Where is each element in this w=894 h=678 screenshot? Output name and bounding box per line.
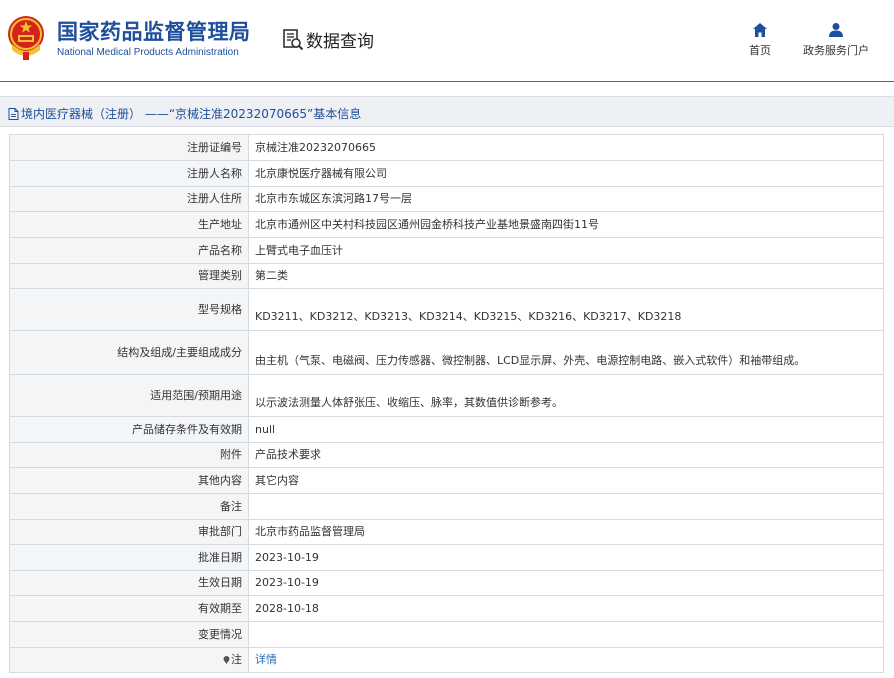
table-row: 附件 产品技术要求: [9, 442, 884, 468]
field-label: 审批部门: [9, 519, 249, 545]
field-label: 备注: [9, 493, 249, 520]
field-label: 产品储存条件及有效期: [9, 416, 249, 443]
field-label: 结构及组成/主要组成成分: [9, 330, 249, 375]
field-label: 批准日期: [9, 544, 249, 571]
field-value: 以示波法测量人体舒张压、收缩压、脉率，其数值供诊断参考。: [248, 374, 884, 417]
table-row: 审批部门 北京市药品监督管理局: [9, 519, 884, 545]
field-label: 注册人名称: [9, 160, 249, 187]
field-label: 其他内容: [9, 467, 249, 494]
field-label-note: 注: [9, 647, 249, 673]
field-value: [248, 493, 884, 520]
breadcrumb-bar: 境内医疗器械（注册） ——“京械注准20232070665”基本信息: [0, 96, 894, 127]
table-row: 变更情况: [9, 621, 884, 648]
table-row: 有效期至 2028-10-18: [9, 595, 884, 622]
field-label: 附件: [9, 442, 249, 468]
nav-service-portal-label: 政务服务门户: [803, 44, 869, 57]
nav-home[interactable]: 首页: [744, 22, 776, 58]
table-row: 注册人名称 北京康悦医疗器械有限公司: [9, 160, 884, 187]
breadcrumb: 境内医疗器械（注册） ——“京械注准20232070665”基本信息: [8, 105, 361, 122]
national-emblem-icon: [8, 16, 44, 60]
field-value: 北京市药品监督管理局: [248, 519, 884, 545]
field-label: 生产地址: [9, 211, 249, 238]
pin-icon: [223, 656, 230, 664]
table-row: 注册人住所 北京市东城区东滨河路17号一层: [9, 186, 884, 212]
field-value: 第二类: [248, 263, 884, 289]
field-value: KD3211、KD3212、KD3213、KD3214、KD3215、KD321…: [248, 288, 884, 331]
field-label: 产品名称: [9, 237, 249, 264]
field-label: 适用范围/预期用途: [9, 374, 249, 417]
field-label: 生效日期: [9, 570, 249, 596]
nav-service-portal[interactable]: 政务服务门户: [800, 22, 872, 58]
org-name-en: National Medical Products Administration: [57, 47, 239, 58]
field-label: 变更情况: [9, 621, 249, 648]
table-row: 注册证编号 京械注准20232070665: [9, 134, 884, 161]
field-value: 京械注准20232070665: [248, 134, 884, 161]
data-query-icon: [283, 29, 304, 51]
table-row: 其他内容 其它内容: [9, 467, 884, 494]
table-row: 产品储存条件及有效期 null: [9, 416, 884, 443]
table-row: 备注: [9, 493, 884, 520]
field-value: 上臂式电子血压计: [248, 237, 884, 264]
field-value: 2023-10-19: [248, 570, 884, 596]
nav-home-label: 首页: [749, 44, 771, 57]
field-label: 型号规格: [9, 288, 249, 331]
field-value-note: 详情: [248, 647, 884, 673]
table-row: 生效日期 2023-10-19: [9, 570, 884, 596]
org-name-cn: 国家药品监督管理局: [57, 20, 251, 44]
table-row: 管理类别 第二类: [9, 263, 884, 289]
field-label: 有效期至: [9, 595, 249, 622]
field-value: null: [248, 416, 884, 443]
field-value: 北京康悦医疗器械有限公司: [248, 160, 884, 187]
table-row: 产品名称 上臂式电子血压计: [9, 237, 884, 264]
field-value: 由主机（气泵、电磁阀、压力传感器、微控制器、LCD显示屏、外壳、电源控制电路、嵌…: [248, 330, 884, 375]
table-row: 型号规格 KD3211、KD3212、KD3213、KD3214、KD3215、K…: [9, 288, 884, 331]
details-link[interactable]: 详情: [255, 653, 277, 666]
table-row: 生产地址 北京市通州区中关村科技园区通州园金桥科技产业基地景盛南四街11号: [9, 211, 884, 238]
data-query-title: 数据查询: [306, 32, 374, 52]
field-value: 北京市东城区东滨河路17号一层: [248, 186, 884, 212]
field-value: 2023-10-19: [248, 544, 884, 571]
table-row: 结构及组成/主要组成成分 由主机（气泵、电磁阀、压力传感器、微控制器、LCD显示屏…: [9, 330, 884, 375]
field-label: 注册证编号: [9, 134, 249, 161]
device-detail-table: 注册证编号 京械注准20232070665 注册人名称 北京康悦医疗器械有限公司 注…: [9, 134, 884, 673]
field-value: 产品技术要求: [248, 442, 884, 468]
breadcrumb-text: 境内医疗器械（注册） ——“京械注准20232070665”基本信息: [21, 107, 362, 121]
field-label: 管理类别: [9, 263, 249, 289]
field-value: 其它内容: [248, 467, 884, 494]
field-value: [248, 621, 884, 648]
field-value: 2028-10-18: [248, 595, 884, 622]
field-value: 北京市通州区中关村科技园区通州园金桥科技产业基地景盛南四街11号: [248, 211, 884, 238]
document-icon: [8, 108, 19, 120]
home-icon: [753, 23, 767, 37]
table-row: 批准日期 2023-10-19: [9, 544, 884, 571]
table-row: 适用范围/预期用途 以示波法测量人体舒张压、收缩压、脉率，其数值供诊断参考。: [9, 374, 884, 417]
user-icon: [829, 23, 843, 37]
field-label: 注册人住所: [9, 186, 249, 212]
table-row: 注 详情: [9, 647, 884, 673]
note-label: 注: [231, 653, 242, 666]
site-header: 国家药品监督管理局 National Medical Products Admi…: [0, 0, 894, 82]
